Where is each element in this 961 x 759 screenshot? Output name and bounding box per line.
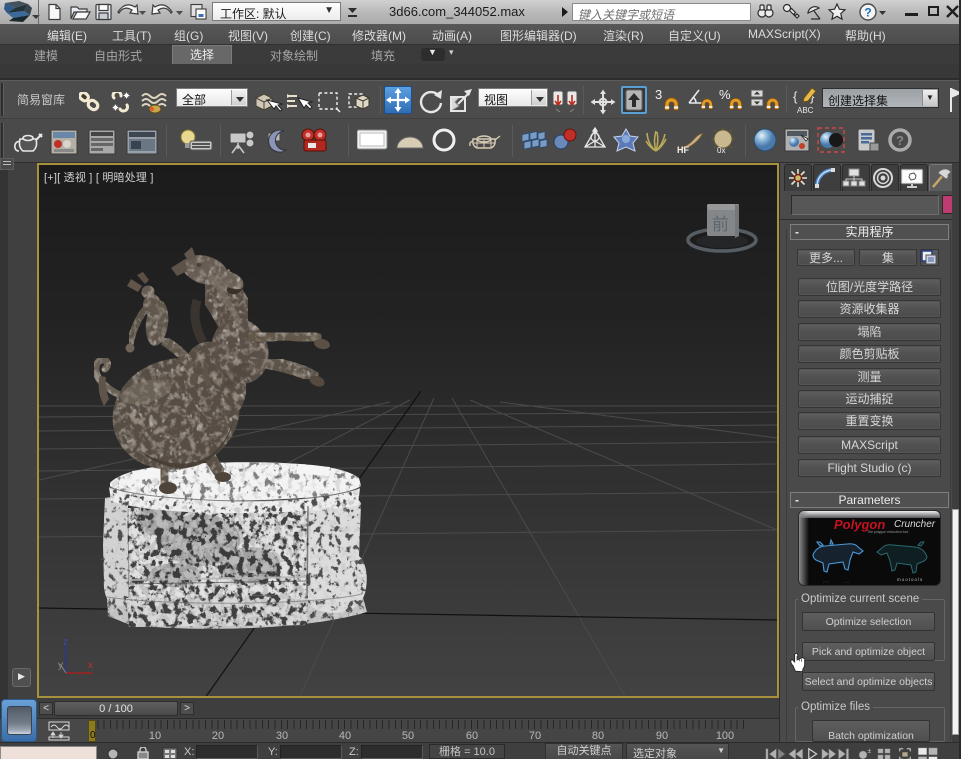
svg-text:±: ± [867,748,871,755]
svg-text:前: 前 [712,215,729,234]
svg-text:0x: 0x [717,146,725,155]
svg-text:?: ? [864,6,871,20]
svg-text:HF: HF [677,145,689,155]
svg-text:mootools: mootools [897,577,923,582]
svg-text:?: ? [896,133,904,148]
svg-text:x: x [88,660,93,671]
svg-text:z: z [63,637,68,648]
svg-text:y: y [58,660,63,671]
